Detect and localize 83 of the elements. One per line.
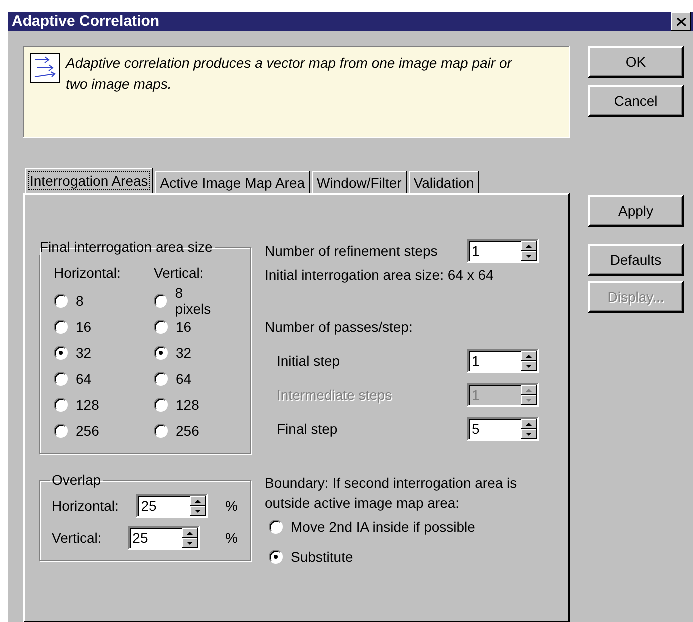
spin-field[interactable]: 25 — [136, 494, 208, 518]
down-arrow-icon — [195, 510, 202, 512]
spin-field[interactable]: 1 — [467, 239, 539, 263]
spin-up-button[interactable] — [521, 419, 537, 429]
radio-button[interactable] — [269, 550, 283, 564]
radio-button[interactable] — [54, 346, 68, 360]
unit-label: % — [226, 530, 238, 546]
section-label: Number of passes/step: — [265, 319, 414, 335]
radio-label: 32 — [176, 345, 192, 361]
down-arrow-icon — [526, 364, 532, 368]
spin-down-button[interactable] — [190, 506, 206, 516]
arrows-icon — [30, 53, 60, 83]
up-arrow-icon — [526, 422, 532, 426]
spin-up-button[interactable] — [190, 496, 206, 506]
side-button[interactable]: Apply — [588, 195, 684, 227]
radio-label: 32 — [76, 345, 92, 361]
window-title: Adaptive Correlation — [11, 13, 160, 30]
radio-label: 8 — [76, 293, 84, 309]
down-arrow-icon — [526, 398, 532, 402]
field-label: Horizontal: — [52, 498, 119, 514]
radio-label: Move 2nd IA inside if possible — [291, 519, 476, 535]
up-arrow-icon — [195, 500, 202, 502]
radio-label: 128 — [176, 397, 200, 413]
radio-label: 8 pixels — [175, 285, 212, 317]
close-icon — [676, 18, 686, 26]
field-label: Final step — [277, 421, 338, 437]
radio-label: Substitute — [291, 549, 354, 565]
spin-down-button[interactable] — [182, 538, 198, 548]
spin-up-button[interactable] — [182, 528, 198, 538]
radio-label: 256 — [76, 423, 100, 439]
radio-button[interactable] — [154, 294, 168, 308]
down-arrow-icon — [526, 254, 532, 258]
column-header: Horizontal: — [53, 265, 120, 281]
radio-button[interactable] — [54, 424, 68, 438]
tab[interactable]: Active Image Map Area — [155, 171, 310, 193]
field-label: Vertical: — [52, 530, 102, 546]
down-arrow-icon — [526, 432, 532, 436]
spin-field[interactable]: 1 — [467, 349, 539, 373]
up-arrow-icon — [526, 388, 532, 392]
field-label: Number of refinement steps — [265, 243, 438, 259]
tab[interactable]: Window/Filter — [312, 171, 407, 193]
radio-button[interactable] — [54, 320, 68, 334]
spin-field[interactable]: 5 — [467, 417, 539, 441]
spin-down-button[interactable] — [521, 429, 537, 439]
group-title: Final interrogation area size — [39, 239, 214, 255]
field-label: Intermediate steps — [277, 387, 392, 403]
info-text: Adaptive correlation produces a vector map from one image map pair or two image maps. — [66, 54, 514, 94]
tab[interactable]: Validation — [408, 171, 480, 193]
down-arrow-icon — [186, 542, 193, 544]
up-arrow-icon — [526, 244, 532, 248]
dialog-button[interactable]: Cancel — [588, 85, 684, 117]
up-arrow-icon — [526, 354, 532, 358]
up-arrow-icon — [186, 532, 193, 534]
field-label: Initial step — [277, 353, 340, 369]
info-label: Initial interrogation area size: 64 x 64 — [265, 267, 495, 283]
radio-button[interactable] — [54, 372, 68, 386]
radio-label: 16 — [76, 319, 92, 335]
spin-down-button[interactable] — [521, 361, 537, 371]
radio-label: 16 — [176, 319, 192, 335]
tab[interactable]: Interrogation Areas — [25, 168, 154, 193]
spin-up-button[interactable] — [521, 241, 537, 251]
radio-button[interactable] — [154, 424, 168, 438]
radio-label: 64 — [76, 371, 92, 387]
radio-button[interactable] — [154, 320, 168, 334]
spin-up-button[interactable] — [521, 351, 537, 361]
column-header: Vertical: — [153, 265, 205, 281]
radio-label: 128 — [76, 397, 100, 413]
radio-label: 64 — [176, 371, 192, 387]
boundary-text: Boundary: If second interrogation area is outside active image map area: — [265, 474, 518, 513]
radio-button[interactable] — [269, 520, 283, 534]
dialog-button[interactable]: OK — [588, 46, 684, 78]
group-title: Overlap — [51, 472, 102, 488]
spin-field[interactable]: 25 — [128, 526, 200, 550]
close-button[interactable] — [671, 12, 691, 31]
radio-button[interactable] — [154, 346, 168, 360]
spin-down-button[interactable] — [521, 251, 537, 261]
radio-label: 256 — [176, 423, 200, 439]
side-button[interactable]: Defaults — [588, 244, 684, 276]
radio-button[interactable] — [54, 398, 68, 412]
radio-button[interactable] — [154, 372, 168, 386]
unit-label: % — [226, 498, 238, 514]
radio-button[interactable] — [54, 294, 68, 308]
radio-button[interactable] — [154, 398, 168, 412]
